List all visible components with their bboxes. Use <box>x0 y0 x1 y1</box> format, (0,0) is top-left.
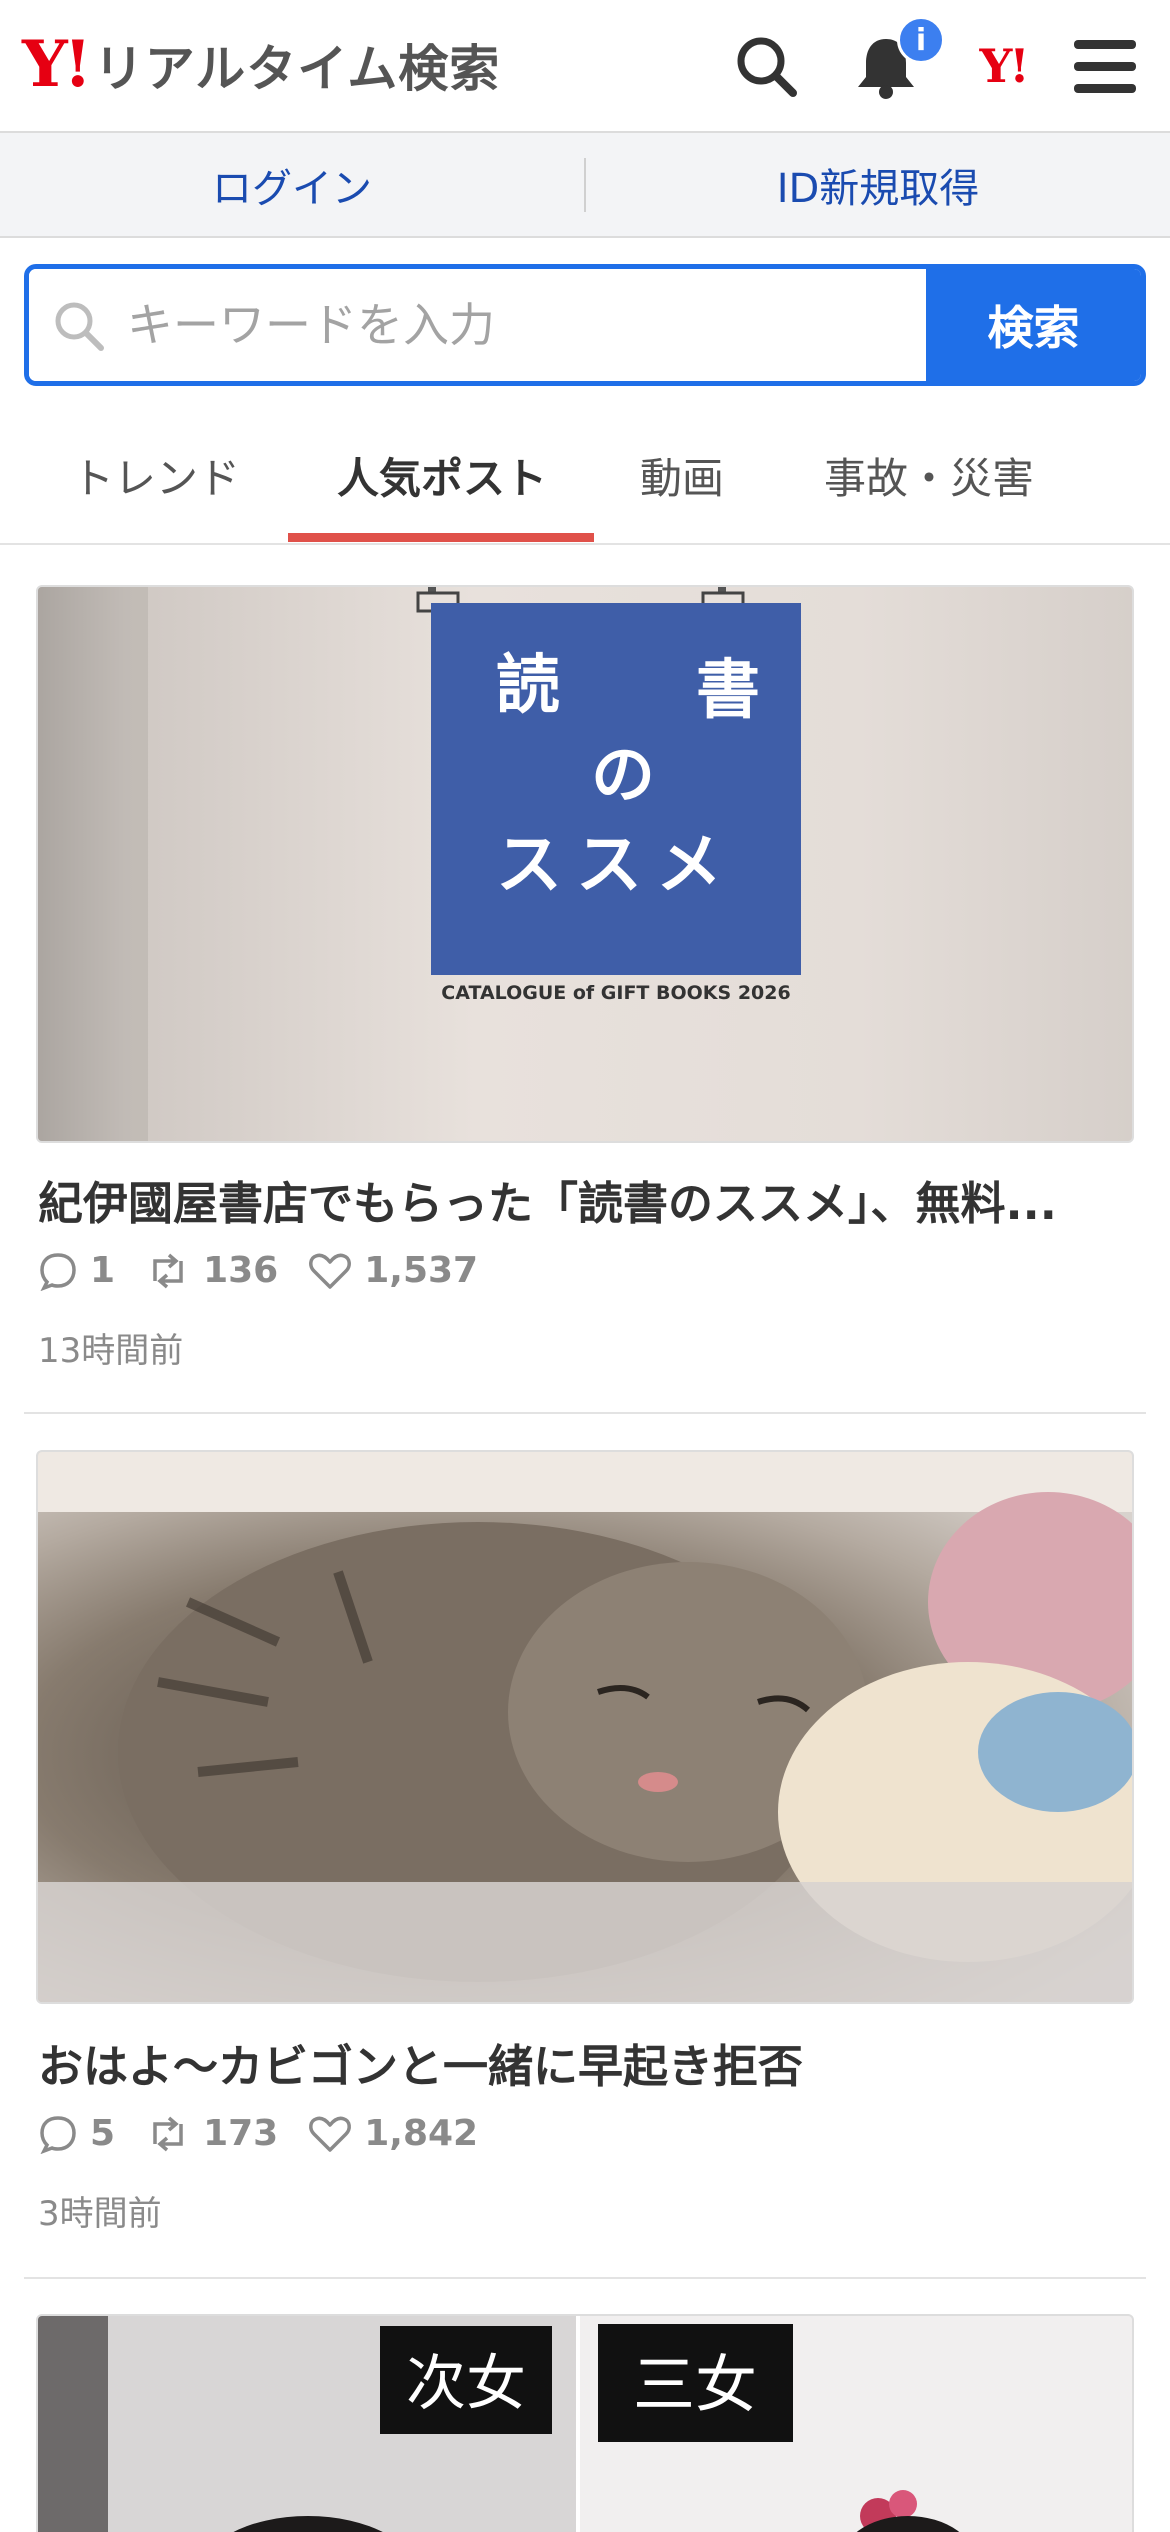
post-stats: 1 136 1,537 <box>38 1250 508 1291</box>
post-title[interactable]: おはよ〜カビゴンと一緒に早起き拒否 <box>38 2030 1138 2095</box>
repost-icon <box>153 1253 183 1288</box>
like-count[interactable]: 1,842 <box>308 2113 478 2154</box>
active-tab-indicator <box>288 533 594 542</box>
poster-char-3: の <box>591 739 655 813</box>
post-image[interactable]: 次女 三女 <box>36 2314 1134 2532</box>
repost-count-value: 173 <box>203 2113 279 2154</box>
post-image[interactable]: 読 書 の ススメ CATALOGUE of GIFT BOOKS 2026 <box>36 585 1134 1143</box>
yahoo-japan-icon: Y! <box>979 39 1029 93</box>
search-field-icon <box>29 298 127 352</box>
notification-badge: i <box>897 16 945 64</box>
heart-icon <box>309 2116 352 2152</box>
signup-link[interactable]: ID新規取得 <box>586 156 1170 214</box>
post-divider <box>24 2277 1146 2279</box>
search-button[interactable]: 検索 <box>926 269 1141 381</box>
like-count-value: 1,842 <box>364 2113 479 2154</box>
reply-count[interactable]: 1 <box>38 1250 115 1291</box>
menu-button[interactable] <box>1067 28 1143 104</box>
post-time: 13時間前 <box>38 1331 184 1371</box>
poster-char-1: 読 <box>496 649 560 723</box>
poster-char-2: 書 <box>696 654 760 728</box>
app-header: Y! リアルタイム検索 i Y! <box>0 0 1170 133</box>
poster-title: ススメ <box>496 826 736 903</box>
poster-caption: CATALOGUE of GIFT BOOKS 2026 <box>441 982 790 1004</box>
reply-count-value: 1 <box>90 1250 116 1291</box>
like-count[interactable]: 1,537 <box>308 1250 478 1291</box>
header-search-button[interactable] <box>728 28 804 104</box>
search-input[interactable] <box>126 298 926 352</box>
tab-popular-posts[interactable]: 人気ポスト <box>337 445 547 506</box>
reply-icon <box>40 2115 76 2154</box>
tab-bar: トレンド 人気ポスト 動画 事故・災害 <box>0 405 1170 545</box>
post-card[interactable]: おはよ〜カビゴンと一緒に早起き拒否 5 173 1,842 3時間前 <box>24 1450 1146 2240</box>
post-card[interactable]: 次女 三女 <box>24 2314 1146 2532</box>
tab-video[interactable]: 動画 <box>640 445 724 506</box>
yahoo-japan-link[interactable]: Y! <box>965 28 1041 104</box>
search-icon <box>55 302 104 351</box>
post-stats: 5 173 1,842 <box>38 2113 508 2154</box>
repost-count-value: 136 <box>203 1250 279 1291</box>
repost-icon <box>153 2116 183 2151</box>
post-card[interactable]: 読 書 の ススメ CATALOGUE of GIFT BOOKS 2026 紀… <box>24 585 1146 1375</box>
label-third-daughter: 三女 <box>633 2348 757 2421</box>
label-second-daughter: 次女 <box>406 2349 526 2419</box>
search-icon <box>737 37 797 97</box>
reply-count[interactable]: 5 <box>38 2113 115 2154</box>
post-divider <box>24 1412 1146 1414</box>
login-bar: ログイン ID新規取得 <box>0 133 1170 238</box>
heart-icon <box>309 1253 352 1289</box>
like-count-value: 1,537 <box>364 1250 479 1291</box>
search-field <box>29 269 926 381</box>
reply-icon <box>40 1252 76 1291</box>
sisters-photo: 次女 三女 <box>38 2316 1132 2532</box>
repost-count[interactable]: 136 <box>145 1250 278 1291</box>
repost-count[interactable]: 173 <box>145 2113 278 2154</box>
book-catalogue-illustration: 読 書 の ススメ CATALOGUE of GIFT BOOKS 2026 <box>38 587 801 1141</box>
post-title[interactable]: 紀伊國屋書店でもらった「読書のススメ」、無料... <box>38 1167 1138 1232</box>
cat-photo <box>38 1452 1132 2002</box>
yahoo-realtime-logo[interactable]: Y! リアルタイム検索 <box>22 30 500 100</box>
post-time: 3時間前 <box>38 2194 162 2234</box>
reply-count-value: 5 <box>90 2113 116 2154</box>
menu-icon <box>1074 40 1136 93</box>
search-form: 検索 <box>24 264 1146 386</box>
logo-title: リアルタイム検索 <box>93 40 501 98</box>
tab-accident-disaster[interactable]: 事故・災害 <box>824 445 1034 506</box>
login-link[interactable]: ログイン <box>0 156 584 214</box>
yahoo-logo-mark: Y! <box>22 27 92 102</box>
post-image[interactable] <box>36 1450 1134 2004</box>
tab-trend[interactable]: トレンド <box>72 445 240 506</box>
